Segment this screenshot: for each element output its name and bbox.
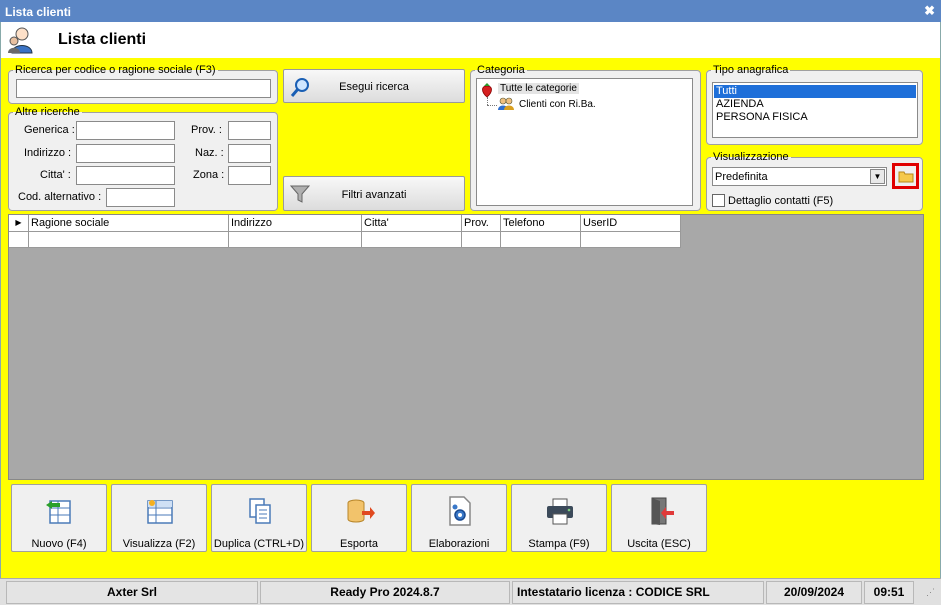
view-select[interactable]: Predefinita ▼ (712, 167, 887, 186)
table-row[interactable] (9, 232, 681, 248)
column-header[interactable]: Citta' (362, 215, 462, 232)
zone-label: Zona : (193, 169, 225, 181)
new-label: Nuovo (F4) (31, 538, 87, 550)
printer-icon (547, 498, 573, 525)
column-header[interactable]: Ragione sociale (29, 215, 229, 232)
address-field[interactable] (76, 144, 175, 163)
city-field[interactable] (76, 166, 175, 185)
tree-connector (487, 105, 497, 106)
registry-type-group-label: Tipo anagrafica (713, 64, 789, 76)
category-tree[interactable]: Tutte le categorie Clienti con Ri.Ba. (476, 78, 693, 206)
group-users-icon (498, 97, 514, 110)
print-label: Stampa (F9) (528, 538, 590, 550)
table-cell[interactable] (229, 232, 362, 248)
exit-label: Uscita (ESC) (627, 538, 691, 550)
registry-type-item[interactable]: PERSONA FISICA (714, 111, 916, 124)
processing-label: Elaborazioni (428, 538, 490, 550)
address-label: Indirizzo : (24, 147, 72, 159)
contact-detail-checkbox[interactable] (712, 194, 725, 207)
view-button[interactable]: Visualizza (F2) (111, 484, 207, 552)
view-group-label: Visualizzazione (713, 151, 789, 163)
customers-grid[interactable]: ▶ Ragione sociale Indirizzo Citta' Prov.… (8, 214, 924, 480)
execute-search-label: Esegui ricerca (339, 81, 409, 93)
advanced-filters-button[interactable]: Filtri avanzati (283, 176, 465, 211)
exit-door-icon (651, 497, 674, 525)
table-cell[interactable] (501, 232, 581, 248)
province-field[interactable] (228, 121, 271, 140)
table-cell[interactable] (462, 232, 501, 248)
window-titlebar: Lista clienti ✖ (0, 0, 941, 22)
view-table-icon (147, 500, 173, 524)
status-date: 20/09/2024 (766, 581, 862, 604)
search-input[interactable] (16, 79, 271, 98)
page-header: Lista clienti (0, 22, 941, 58)
table-cell[interactable] (362, 232, 462, 248)
print-button[interactable]: Stampa (F9) (511, 484, 607, 552)
generic-field[interactable] (76, 121, 175, 140)
column-header[interactable]: Prov. (462, 215, 501, 232)
province-label: Prov. : (191, 124, 222, 136)
registry-type-item[interactable]: Tutti (714, 85, 916, 98)
export-button[interactable]: Esporta (311, 484, 407, 552)
view-label: Visualizza (F2) (122, 538, 196, 550)
window-title: Lista clienti (5, 5, 72, 19)
export-database-icon (347, 499, 375, 523)
tree-connector (487, 97, 488, 105)
execute-search-button[interactable]: Esegui ricerca (283, 69, 465, 103)
alt-code-label: Cod. alternativo : (18, 191, 102, 203)
page-title: Lista clienti (58, 31, 147, 48)
generic-label: Generica : (24, 124, 75, 136)
table-cell (9, 232, 29, 248)
category-root[interactable]: Tutte le categorie (498, 83, 579, 94)
status-license: Intestatario licenza : CODICE SRL (512, 581, 764, 604)
column-header[interactable]: UserID (581, 215, 681, 232)
view-select-value: Predefinita (715, 171, 768, 183)
nation-field[interactable] (228, 144, 271, 163)
contact-detail-label: Dettaglio contatti (F5) (728, 195, 834, 207)
status-version: Ready Pro 2024.8.7 (260, 581, 510, 604)
status-bar: Axter Srl Ready Pro 2024.8.7 Intestatari… (0, 578, 941, 605)
city-label: Citta' : (40, 169, 71, 181)
export-label: Esporta (340, 538, 378, 550)
chevron-down-icon[interactable]: ▼ (870, 169, 885, 184)
table-cell[interactable] (581, 232, 681, 248)
search-group-label: Ricerca per codice o ragione sociale (F3… (15, 64, 216, 76)
customers-icon (8, 27, 33, 54)
alt-code-field[interactable] (106, 188, 175, 207)
column-header[interactable]: Telefono (501, 215, 581, 232)
processing-button[interactable]: Elaborazioni (411, 484, 507, 552)
exit-button[interactable]: Uscita (ESC) (611, 484, 707, 552)
other-search-group-label: Altre ricerche (15, 106, 80, 118)
column-header[interactable]: Indirizzo (229, 215, 362, 232)
new-button[interactable]: Nuovo (F4) (11, 484, 107, 552)
duplicate-button[interactable]: Duplica (CTRL+D) (211, 484, 307, 552)
registry-type-list[interactable]: Tutti AZIENDA PERSONA FISICA (712, 82, 918, 138)
new-record-icon (46, 500, 71, 524)
duplicate-icon (249, 498, 271, 524)
category-child[interactable]: Clienti con Ri.Ba. (519, 99, 596, 110)
row-indicator-icon: ▶ (9, 215, 29, 232)
status-company: Axter Srl (6, 581, 258, 604)
duplicate-label: Duplica (CTRL+D) (213, 538, 305, 550)
zone-field[interactable] (228, 166, 271, 185)
grid-header: ▶ Ragione sociale Indirizzo Citta' Prov.… (9, 215, 681, 232)
resize-grip-icon[interactable]: ⋰ (926, 587, 935, 598)
close-icon[interactable]: ✖ (924, 3, 935, 19)
advanced-filters-label: Filtri avanzati (341, 189, 407, 201)
table-cell[interactable] (29, 232, 229, 248)
registry-type-item[interactable]: AZIENDA (714, 98, 916, 111)
strawberry-icon (482, 83, 492, 98)
view-folder-button[interactable] (892, 163, 919, 189)
status-time: 09:51 (864, 581, 914, 604)
nation-label: Naz. : (195, 147, 224, 159)
folder-icon (898, 171, 914, 183)
processing-gear-icon (449, 496, 471, 526)
category-group-label: Categoria (477, 64, 525, 76)
